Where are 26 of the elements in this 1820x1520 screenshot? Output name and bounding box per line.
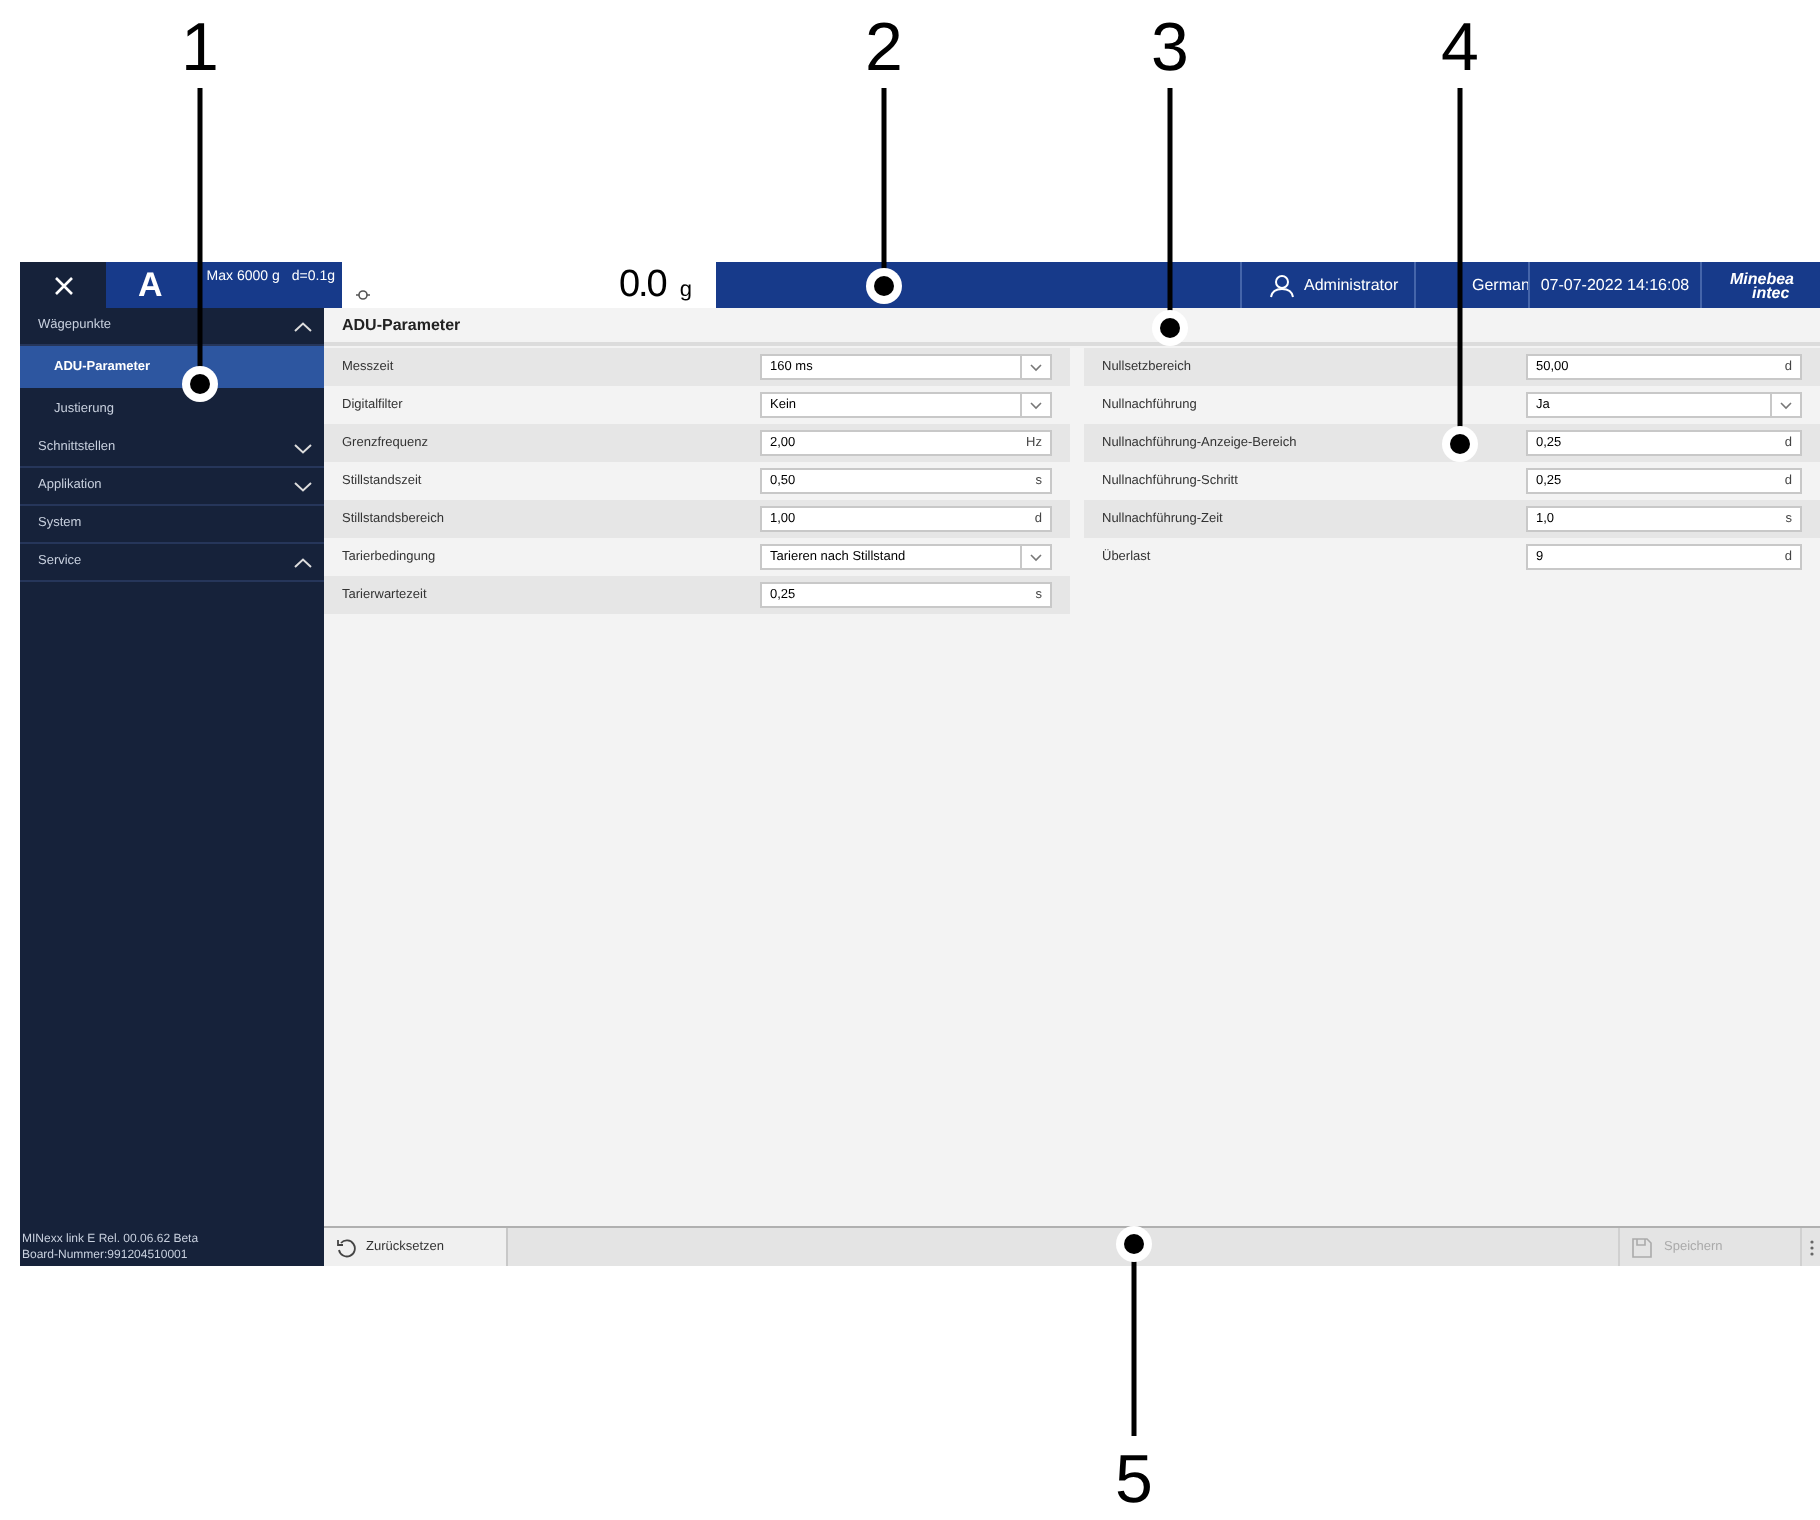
callout-number: 4 bbox=[1439, 12, 1481, 84]
panel-title: ADU-Parameter bbox=[342, 313, 461, 337]
callout-number: 3 bbox=[1149, 12, 1191, 84]
language-button[interactable]: German bbox=[1472, 273, 1530, 297]
callout-number: 1 bbox=[179, 12, 221, 84]
callout-number: 2 bbox=[863, 12, 905, 84]
close-button[interactable] bbox=[20, 262, 106, 308]
chevron-up-icon bbox=[294, 321, 312, 331]
chevron-down-icon bbox=[1030, 401, 1042, 409]
callout-number: 5 bbox=[1113, 1444, 1155, 1516]
user-icon bbox=[1270, 273, 1294, 297]
user-button[interactable]: Administrator bbox=[1240, 262, 1414, 308]
close-icon bbox=[53, 275, 73, 295]
weight-value: 0.0 bbox=[618, 265, 666, 305]
chevron-down-icon bbox=[294, 443, 312, 453]
company-logo: Minebea intec bbox=[1700, 262, 1820, 308]
range-letter: A bbox=[138, 264, 163, 308]
chevron-down-icon bbox=[1030, 553, 1042, 561]
chevron-down-icon bbox=[1780, 401, 1792, 409]
weight-unit: g bbox=[679, 275, 692, 305]
chevron-up-icon bbox=[294, 557, 312, 567]
zero-indicator-icon bbox=[356, 288, 370, 302]
date-time: 07-07-2022 14:16:08 bbox=[1540, 273, 1690, 297]
chevron-down-icon bbox=[294, 481, 312, 491]
reset-icon bbox=[336, 1237, 356, 1257]
chevron-down-icon bbox=[1030, 363, 1042, 371]
